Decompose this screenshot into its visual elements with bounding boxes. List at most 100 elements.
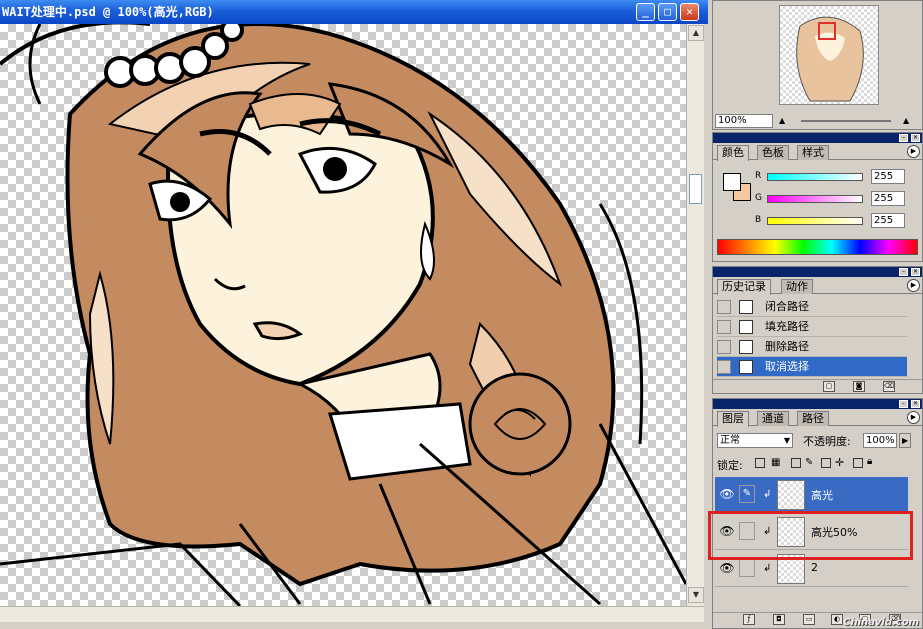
g-slider[interactable] (767, 195, 863, 203)
history-item[interactable]: 闭合路径 (717, 297, 907, 317)
layers-panel-header[interactable]: – ✕ (713, 399, 922, 409)
document-canvas[interactable] (0, 24, 686, 606)
panel-minimize-button[interactable]: – (899, 400, 908, 408)
chevron-down-icon: ▼ (783, 436, 790, 445)
add-mask-icon[interactable]: ◘ (773, 614, 785, 625)
channel-label-g: G (755, 193, 762, 203)
navigator-zoom-field[interactable]: 100% (715, 114, 773, 128)
document-titlebar[interactable]: WAIT处理中.psd @ 100%(高光,RGB) _ □ ✕ (0, 0, 708, 24)
history-panel-header[interactable]: – ✕ (713, 267, 922, 277)
opacity-field[interactable]: 100% (863, 433, 897, 448)
clipping-arrow-icon: ↲ (763, 489, 772, 500)
new-group-icon[interactable]: ▭ (803, 614, 815, 625)
panel-menu-arrow-icon[interactable]: ▶ (907, 279, 920, 292)
history-step-icon (739, 320, 753, 334)
layer-row-selected[interactable]: 👁︎ ✎ ↲ 高光 (715, 477, 908, 513)
horizontal-scrollbar[interactable] (0, 606, 704, 622)
history-item-label: 取消选择 (765, 360, 809, 373)
new-document-icon[interactable]: ▢ (823, 381, 835, 392)
history-snapshot-checkbox[interactable] (717, 360, 731, 374)
history-item-label: 闭合路径 (765, 300, 809, 313)
watermark: Chinavid.com (843, 617, 919, 628)
history-snapshot-checkbox[interactable] (717, 300, 731, 314)
color-panel: – ✕ 颜色 色板 样式 ▶ R 255 G 255 B 255 (712, 132, 923, 262)
navigator-view-box[interactable] (818, 22, 836, 40)
history-snapshot-checkbox[interactable] (717, 340, 731, 354)
tab-channels[interactable]: 通道 (757, 411, 789, 426)
adjustment-layer-icon[interactable]: ◐ (831, 614, 843, 625)
clipping-arrow-icon: ↲ (763, 563, 772, 574)
close-button[interactable]: ✕ (680, 3, 699, 21)
minimize-button[interactable]: _ (636, 3, 655, 21)
panel-close-button[interactable]: ✕ (911, 134, 920, 142)
history-item-label: 填充路径 (765, 320, 809, 333)
vertical-scroll-thumb[interactable] (689, 174, 702, 204)
document-window: WAIT处理中.psd @ 100%(高光,RGB) _ □ ✕ ▲ ▼ (0, 0, 708, 629)
history-panel-footer: ▢ ◙ ⌫ (713, 379, 922, 393)
blend-mode-value: 正常 (720, 435, 740, 446)
layer-thumbnail[interactable] (777, 480, 805, 510)
lock-image-checkbox[interactable] (791, 458, 801, 468)
g-value-field[interactable]: 255 (871, 191, 905, 206)
tab-paths[interactable]: 路径 (797, 411, 829, 426)
blend-mode-select[interactable]: 正常 ▼ (717, 433, 793, 448)
layer-name[interactable]: 高光 (811, 487, 833, 503)
color-row-r: R 255 (755, 169, 923, 184)
scroll-up-arrow[interactable]: ▲ (688, 25, 704, 41)
panel-menu-arrow-icon[interactable]: ▶ (907, 411, 920, 424)
vertical-scrollbar[interactable]: ▲ ▼ (686, 24, 704, 606)
foreground-color-swatch[interactable] (723, 173, 741, 191)
lock-all-checkbox[interactable] (853, 458, 863, 468)
link-box[interactable] (739, 559, 755, 577)
history-item-selected[interactable]: 取消选择 (717, 357, 907, 377)
tab-history[interactable]: 历史记录 (717, 279, 771, 295)
history-item[interactable]: 删除路径 (717, 337, 907, 357)
tab-styles[interactable]: 样式 (797, 145, 829, 160)
opacity-label: 不透明度: (803, 435, 851, 448)
lock-position-checkbox[interactable] (821, 458, 831, 468)
highlight-annotation-box (708, 511, 913, 560)
history-snapshot-checkbox[interactable] (717, 320, 731, 334)
panel-minimize-button[interactable]: – (899, 134, 908, 142)
b-slider[interactable] (767, 217, 863, 225)
scroll-down-arrow[interactable]: ▼ (688, 587, 704, 603)
color-panel-tabs: 颜色 色板 样式 ▶ (713, 143, 922, 161)
history-step-icon (739, 360, 753, 374)
lock-label: 锁定: (717, 459, 743, 472)
lock-icon: 🔒︎ (867, 456, 873, 467)
opacity-arrow-icon[interactable]: ▶ (899, 433, 911, 448)
layer-name[interactable]: 2 (811, 561, 818, 574)
channel-label-b: B (755, 215, 762, 225)
eye-icon[interactable]: 👁︎ (719, 486, 735, 502)
tab-layers[interactable]: 图层 (717, 411, 749, 427)
new-snapshot-icon[interactable]: ◙ (853, 381, 865, 392)
maximize-button[interactable]: □ (658, 3, 677, 21)
panel-close-button[interactable]: ✕ (911, 400, 920, 408)
panel-menu-arrow-icon[interactable]: ▶ (907, 145, 920, 158)
panel-close-button[interactable]: ✕ (911, 268, 920, 276)
delete-trash-icon[interactable]: ⌫ (883, 381, 895, 392)
lock-transparency-icon: ▦ (771, 457, 781, 468)
r-value-field[interactable]: 255 (871, 169, 905, 184)
zoom-slider-track[interactable] (801, 120, 891, 122)
layer-style-icon[interactable]: ƒ (743, 614, 755, 625)
navigator-panel: 100% ▲ ▲ (712, 0, 923, 130)
tab-actions[interactable]: 动作 (781, 279, 813, 294)
zoom-out-icon[interactable]: ▲ (779, 116, 789, 126)
navigator-thumbnail[interactable] (779, 5, 879, 105)
lock-transparency-checkbox[interactable] (755, 458, 765, 468)
color-spectrum-bar[interactable] (717, 239, 918, 255)
channel-label-r: R (755, 171, 762, 181)
color-panel-header[interactable]: – ✕ (713, 133, 922, 143)
panel-minimize-button[interactable]: – (899, 268, 908, 276)
eye-icon[interactable]: 👁︎ (719, 560, 735, 576)
history-item[interactable]: 填充路径 (717, 317, 907, 337)
tab-swatches[interactable]: 色板 (757, 145, 789, 160)
color-row-b: B 255 (755, 213, 923, 228)
b-value-field[interactable]: 255 (871, 213, 905, 228)
r-slider[interactable] (767, 173, 863, 181)
history-panel: – ✕ 历史记录 动作 ▶ 闭合路径 填充路径 删除路径 取消选择 ▢ ◙ ⌫ (712, 266, 923, 394)
zoom-in-icon[interactable]: ▲ (903, 116, 913, 126)
history-panel-tabs: 历史记录 动作 ▶ (713, 277, 922, 295)
tab-color[interactable]: 颜色 (717, 145, 749, 161)
